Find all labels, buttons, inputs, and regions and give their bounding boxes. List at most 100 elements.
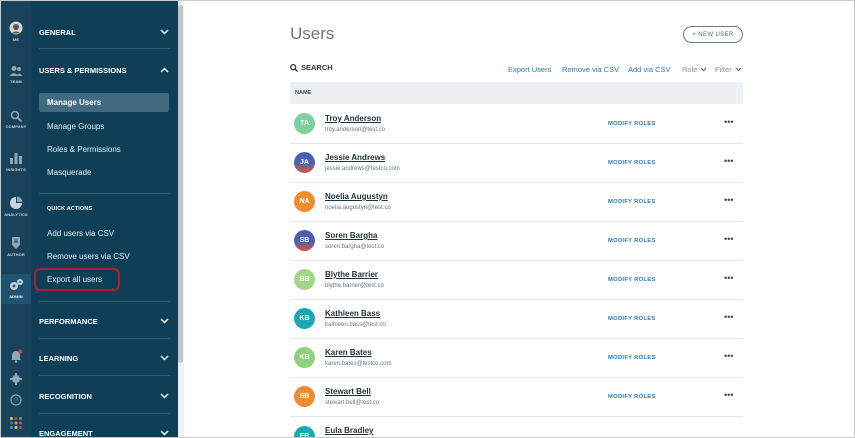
user-name-link[interactable]: Noelia Augustyn (325, 192, 388, 201)
section-engagement[interactable]: ENGAGEMENT (39, 426, 169, 438)
sidebar-scrollbar-thumb[interactable] (178, 5, 183, 363)
app-window: ME TEAM COMPANY INSIGHTS ANALYTICS AUTHO… (0, 0, 855, 438)
user-name-link[interactable]: Stewart Bell (325, 387, 371, 396)
section-engagement-label: ENGAGEMENT (39, 428, 93, 438)
rail-item-me[interactable]: ME (1, 21, 31, 42)
user-name-link[interactable]: Troy Anderson (325, 114, 381, 123)
quick-export-all-users[interactable]: Export all users (34, 268, 120, 291)
nav-roles-permissions[interactable]: Roles & Permissions (39, 140, 169, 159)
author-icon (12, 237, 20, 249)
export-users-link[interactable]: Export Users (508, 65, 551, 74)
bar-chart-icon (10, 153, 22, 164)
nav-manage-users[interactable]: Manage Users (39, 93, 169, 112)
user-name-link[interactable]: Jessie Andrews (325, 153, 385, 162)
filter-label: Filter (715, 65, 732, 74)
user-name-link[interactable]: Karen Bates (325, 348, 372, 357)
modify-roles-button[interactable]: MODIFY ROLES (608, 199, 656, 205)
modify-roles-button[interactable]: MODIFY ROLES (608, 160, 656, 166)
avatar: NA (294, 191, 315, 212)
user-email: karen.bates@testco.com (325, 361, 392, 367)
svg-text:?: ? (14, 398, 18, 405)
divider (39, 193, 170, 194)
modify-roles-button[interactable]: MODIFY ROLES (608, 394, 656, 400)
chevron-down-icon (159, 391, 169, 401)
settings-button[interactable] (1, 373, 31, 385)
notifications-button[interactable] (1, 349, 31, 363)
table-row: KB Karen Bates karen.bates@testco.com MO… (290, 339, 743, 378)
icon-rail: ME TEAM COMPANY INSIGHTS ANALYTICS AUTHO… (1, 1, 31, 437)
column-name-header: NAME (295, 90, 312, 96)
table-header: NAME (290, 82, 743, 104)
section-learning[interactable]: LEARNING (39, 351, 169, 365)
divider (39, 413, 170, 414)
apps-grid-icon (10, 417, 22, 429)
quick-actions-heading: QUICK ACTIONS (47, 206, 93, 212)
modify-roles-button[interactable]: MODIFY ROLES (608, 121, 656, 127)
analytics-icon (10, 196, 23, 209)
page-title: Users (290, 24, 335, 43)
table-row: SB Soren Bargha soren.bargha@test.co MOD… (290, 222, 743, 261)
user-name-link[interactable]: Eula Bradley (325, 426, 373, 435)
more-options-icon[interactable]: ••• (724, 156, 733, 166)
more-options-icon[interactable]: ••• (724, 351, 733, 361)
rail-item-analytics[interactable]: ANALYTICS (1, 196, 31, 217)
admin-sidebar: GENERAL USERS & PERMISSIONS Manage Users… (31, 1, 178, 438)
filter-dropdown[interactable]: Filter (715, 65, 742, 74)
section-performance[interactable]: PERFORMANCE (39, 314, 169, 328)
more-options-icon[interactable]: ••• (724, 117, 733, 127)
apps-button[interactable] (1, 416, 31, 430)
team-icon (9, 66, 23, 76)
more-options-icon[interactable]: ••• (724, 273, 733, 283)
modify-roles-button[interactable]: MODIFY ROLES (608, 238, 656, 244)
quick-add-users-csv[interactable]: Add users via CSV (39, 224, 169, 243)
user-name-link[interactable]: Kathleen Bass (325, 309, 380, 318)
section-recognition-label: RECOGNITION (39, 391, 92, 401)
remove-via-csv-link[interactable]: Remove via CSV (562, 65, 619, 74)
new-user-button[interactable]: + NEW USER (683, 26, 743, 43)
chevron-down-icon (159, 353, 169, 363)
nav-manage-groups[interactable]: Manage Groups (39, 117, 169, 136)
table-row: BB Blythe Barrier blythe.barrier@test.co… (290, 261, 743, 300)
avatar: KB (294, 308, 315, 329)
section-performance-label: PERFORMANCE (39, 316, 98, 326)
rail-item-insights[interactable]: INSIGHTS (1, 151, 31, 172)
modify-roles-button[interactable]: MODIFY ROLES (608, 277, 656, 283)
rail-item-team[interactable]: TEAM (1, 65, 31, 84)
section-general[interactable]: GENERAL (39, 25, 169, 39)
rail-label: ADMIN (9, 294, 23, 299)
user-email: blythe.barrier@test.co (325, 283, 384, 289)
section-recognition[interactable]: RECOGNITION (39, 389, 169, 403)
add-via-csv-link[interactable]: Add via CSV (628, 65, 671, 74)
divider (39, 375, 170, 376)
rail-item-author[interactable]: AUTHOR (1, 236, 31, 257)
help-button[interactable]: ? (1, 394, 31, 406)
rail-item-company[interactable]: COMPANY (1, 110, 31, 129)
avatar: JA (294, 152, 315, 173)
help-icon: ? (10, 394, 22, 406)
more-options-icon[interactable]: ••• (724, 195, 733, 205)
role-dropdown[interactable]: Role (682, 65, 707, 74)
section-users-permissions[interactable]: USERS & PERMISSIONS (39, 63, 169, 77)
rail-label: ANALYTICS (4, 212, 28, 217)
chevron-down-icon (159, 27, 169, 37)
avatar: KB (294, 347, 315, 368)
user-name-link[interactable]: Blythe Barrier (325, 270, 378, 279)
avatar: EB (294, 426, 315, 437)
rail-item-admin[interactable]: ADMIN (1, 274, 31, 304)
table-row: KB Kathleen Bass kathleen.bass@test.co M… (290, 300, 743, 339)
user-name-link[interactable]: Soren Bargha (325, 231, 377, 240)
avatar: SB (294, 386, 315, 407)
modify-roles-button[interactable]: MODIFY ROLES (608, 355, 656, 361)
avatar: BB (294, 269, 315, 290)
more-options-icon[interactable]: ••• (724, 390, 733, 400)
quick-remove-users-csv[interactable]: Remove users via CSV (39, 247, 169, 266)
rail-label: AUTHOR (7, 252, 25, 257)
chevron-down-icon (159, 428, 169, 437)
more-options-icon[interactable]: ••• (724, 234, 733, 244)
gear-icon (10, 373, 22, 385)
nav-masquerade[interactable]: Masquerade (39, 163, 169, 182)
chevron-down-icon (701, 67, 707, 72)
modify-roles-button[interactable]: MODIFY ROLES (608, 316, 656, 322)
search-toggle[interactable]: SEARCH (290, 63, 333, 72)
more-options-icon[interactable]: ••• (724, 312, 733, 322)
